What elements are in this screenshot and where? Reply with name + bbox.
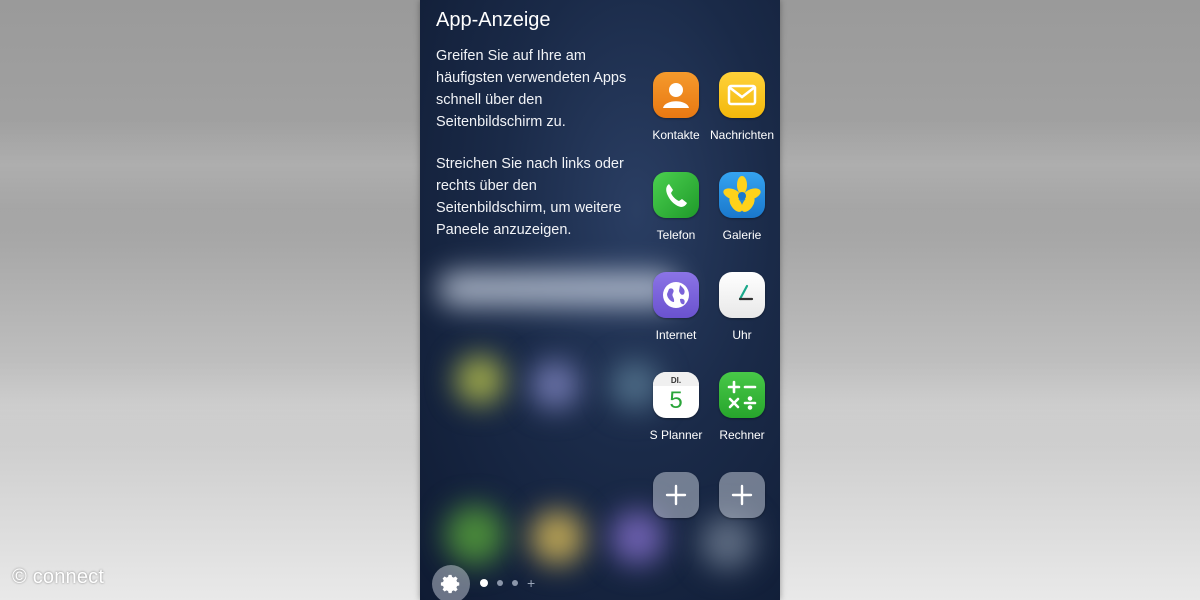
- phone-screen: App-Anzeige Greifen Sie auf Ihre am häuf…: [420, 0, 780, 600]
- app-rechner[interactable]: Rechner: [709, 372, 775, 442]
- app-uhr[interactable]: Uhr: [709, 272, 775, 342]
- app-kontakte[interactable]: Kontakte: [643, 72, 709, 142]
- app-internet[interactable]: Internet: [643, 272, 709, 342]
- clock-icon: [719, 272, 765, 318]
- page-indicator[interactable]: [512, 580, 518, 586]
- messages-icon: [719, 72, 765, 118]
- plus-icon: [719, 472, 765, 518]
- calendar-icon: DI. 5: [653, 372, 699, 418]
- app-telefon[interactable]: Telefon: [643, 172, 709, 242]
- blurred-app-icon: [610, 510, 665, 565]
- gallery-icon: [719, 172, 765, 218]
- app-label: Internet: [655, 328, 697, 342]
- blurred-app-icon: [445, 505, 505, 565]
- gear-icon: [440, 574, 460, 594]
- calendar-date: 5: [669, 387, 683, 414]
- add-app-slot[interactable]: [643, 472, 709, 518]
- blurred-app-icon: [530, 510, 585, 565]
- add-app-slot[interactable]: [709, 472, 775, 518]
- blurred-app-icon: [455, 355, 505, 405]
- calendar-day: DI.: [670, 376, 682, 385]
- app-label: Nachrichten: [709, 128, 775, 142]
- internet-icon: [653, 272, 699, 318]
- add-panel-indicator[interactable]: +: [527, 575, 535, 591]
- calculator-icon: [719, 372, 765, 418]
- app-label: Uhr: [732, 328, 752, 342]
- phone-icon: [653, 172, 699, 218]
- app-label: Rechner: [719, 428, 765, 442]
- app-s-planner[interactable]: DI. 5 S Planner: [643, 372, 709, 442]
- plus-icon: [653, 472, 699, 518]
- page-indicator[interactable]: [497, 580, 503, 586]
- panel-description: Greifen Sie auf Ihre am häufigsten verwe…: [436, 48, 627, 130]
- page-indicator-active[interactable]: [480, 579, 488, 587]
- app-label: S Planner: [649, 428, 703, 442]
- blurred-app-icon: [700, 515, 755, 570]
- app-label: Kontakte: [652, 128, 700, 142]
- app-galerie[interactable]: Galerie: [709, 172, 775, 242]
- app-label: Galerie: [722, 228, 762, 242]
- blurred-search-bar: [438, 272, 678, 306]
- contacts-icon: [653, 72, 699, 118]
- app-nachrichten[interactable]: Nachrichten: [709, 72, 775, 142]
- panel-description-swipe: Streichen Sie nach links oder rechts übe…: [436, 156, 624, 238]
- watermark: © connect: [12, 566, 105, 588]
- settings-button[interactable]: [432, 565, 470, 600]
- app-label: Telefon: [656, 228, 696, 242]
- panel-title: App-Anzeige: [436, 9, 551, 31]
- blurred-app-icon: [530, 360, 580, 410]
